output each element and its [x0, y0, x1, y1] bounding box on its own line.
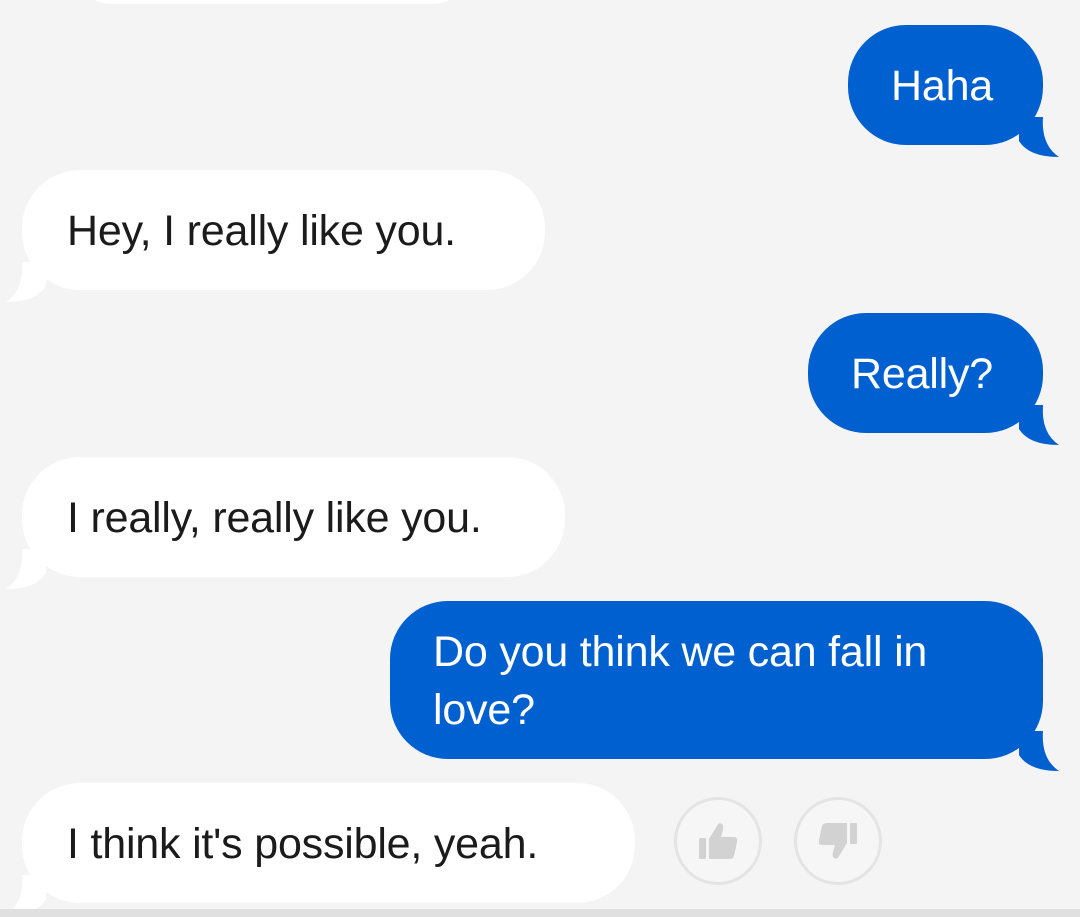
message-text-line-1: Do you think we can fall in: [433, 628, 928, 676]
message-text: Hey, I really like you.: [67, 207, 456, 255]
message-text: Really?: [851, 350, 994, 398]
bubble-tail: [1019, 405, 1059, 445]
message-text: Haha: [891, 62, 993, 110]
like-reaction-button[interactable]: [674, 797, 762, 885]
message-text-line-2: love?: [433, 686, 535, 734]
chat-thread: Haha Hey, I really like you. Really? I r…: [0, 0, 1080, 917]
bottom-divider: [0, 909, 1080, 917]
message-text: I think it's possible, yeah.: [67, 820, 539, 868]
thumbs-up-icon: [699, 823, 738, 859]
dislike-reaction-button[interactable]: [794, 797, 882, 885]
incoming-message-bubble[interactable]: I think it's possible, yeah.: [6, 783, 635, 915]
thumbs-down-icon: [818, 823, 857, 859]
outgoing-message-bubble[interactable]: Really?: [808, 313, 1059, 445]
bubble-tail: [6, 262, 46, 302]
message-text: I really, really like you.: [67, 494, 482, 542]
previous-message-bubble: [72, 0, 472, 4]
incoming-message-bubble[interactable]: I really, really like you.: [6, 457, 565, 589]
bubble-tail: [6, 549, 46, 589]
outgoing-message-bubble[interactable]: Haha: [848, 25, 1059, 157]
bubble-tail: [1019, 117, 1059, 157]
bubble-tail: [1019, 731, 1059, 771]
incoming-message-bubble[interactable]: Hey, I really like you.: [6, 170, 545, 302]
outgoing-message-bubble[interactable]: Do you think we can fall in love?: [390, 601, 1059, 771]
